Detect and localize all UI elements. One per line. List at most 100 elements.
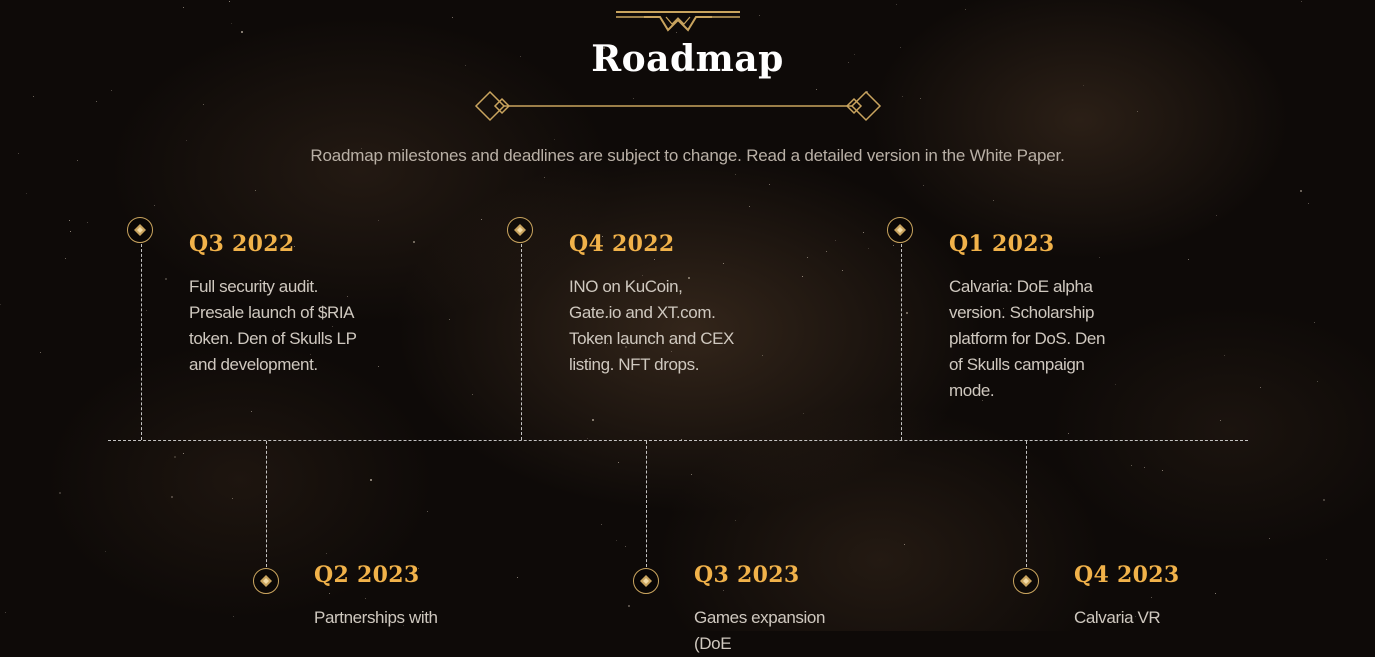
- star-speck: [1220, 420, 1221, 421]
- star-speck: [544, 177, 545, 178]
- diamond-marker-icon: [633, 568, 659, 594]
- star-speck: [154, 205, 155, 206]
- milestone-description: Partnerships with: [314, 608, 438, 627]
- star-speck: [378, 366, 379, 367]
- star-speck: [993, 200, 994, 201]
- star-speck: [691, 474, 692, 475]
- star-speck: [769, 184, 770, 185]
- star-speck: [906, 312, 908, 314]
- star-speck: [481, 219, 482, 220]
- star-speck: [735, 174, 736, 175]
- star-speck: [1215, 593, 1216, 594]
- star-speck: [802, 276, 803, 277]
- milestone-description: INO on KuCoin, Gate.io and XT.com. Token…: [569, 277, 734, 374]
- star-speck: [904, 544, 905, 545]
- diamond-marker-icon: [253, 568, 279, 594]
- star-speck: [329, 593, 330, 594]
- diamond-divider-icon: [474, 90, 882, 122]
- star-speck: [601, 524, 602, 525]
- star-speck: [370, 479, 372, 481]
- star-speck: [40, 352, 41, 353]
- star-speck: [920, 98, 921, 99]
- star-speck: [26, 193, 27, 194]
- milestone-description: Calvaria: DoE alpha version. Scholarship…: [949, 277, 1105, 400]
- star-speck: [1317, 381, 1318, 382]
- star-speck: [105, 551, 106, 552]
- diamond-marker-icon: [887, 217, 913, 243]
- star-speck: [378, 220, 379, 221]
- milestone-description: Calvaria VR: [1074, 608, 1161, 627]
- star-speck: [618, 462, 619, 463]
- star-speck: [762, 355, 763, 356]
- milestone-period: Q4 2022: [569, 231, 675, 257]
- star-speck: [1083, 85, 1084, 86]
- star-speck: [1269, 538, 1270, 539]
- star-speck: [183, 7, 184, 8]
- star-speck: [896, 4, 897, 5]
- star-speck: [452, 17, 453, 18]
- timeline-connector: [141, 244, 142, 440]
- star-speck: [625, 546, 626, 547]
- star-speck: [1144, 467, 1145, 468]
- star-speck: [1068, 433, 1069, 434]
- star-speck: [69, 220, 70, 221]
- star-speck: [427, 511, 428, 512]
- star-speck: [749, 206, 750, 207]
- star-speck: [628, 605, 630, 607]
- star-speck: [902, 96, 903, 97]
- timeline-connector: [1026, 441, 1027, 567]
- star-speck: [146, 310, 147, 311]
- star-speck: [5, 612, 6, 613]
- star-speck: [587, 438, 588, 439]
- star-speck: [893, 245, 894, 246]
- crown-ornament-icon: [616, 11, 740, 32]
- star-speck: [241, 31, 243, 33]
- timeline-connector: [521, 244, 522, 440]
- star-speck: [1099, 257, 1100, 258]
- star-speck: [1300, 190, 1302, 192]
- timeline-axis: [108, 440, 1248, 441]
- star-speck: [255, 190, 256, 191]
- star-speck: [326, 553, 327, 554]
- star-speck: [517, 577, 518, 578]
- star-speck: [1162, 470, 1163, 471]
- roadmap-disclaimer: Roadmap milestones and deadlines are sub…: [310, 146, 1065, 165]
- star-speck: [723, 590, 724, 591]
- star-speck: [0, 304, 1, 305]
- star-speck: [449, 319, 450, 320]
- star-speck: [1188, 259, 1189, 260]
- star-speck: [1151, 597, 1152, 598]
- milestone-period: Q2 2023: [314, 562, 420, 588]
- timeline-connector: [646, 441, 647, 567]
- star-speck: [33, 96, 34, 97]
- star-speck: [554, 139, 555, 140]
- diamond-marker-icon: [507, 217, 533, 243]
- star-speck: [203, 104, 204, 105]
- star-speck: [654, 259, 655, 260]
- star-speck: [251, 411, 252, 412]
- star-speck: [1326, 559, 1327, 560]
- star-speck: [807, 257, 808, 258]
- star-speck: [171, 496, 173, 498]
- star-speck: [472, 394, 473, 395]
- star-speck: [231, 23, 232, 24]
- star-speck: [735, 520, 736, 521]
- star-speck: [1260, 387, 1261, 388]
- star-speck: [1323, 499, 1325, 501]
- star-speck: [70, 231, 71, 232]
- star-speck: [1314, 322, 1315, 323]
- star-speck: [365, 598, 366, 599]
- star-speck: [1216, 215, 1217, 216]
- milestone-description: Full security audit. Presale launch of $…: [189, 277, 357, 374]
- milestone-period: Q4 2023: [1074, 562, 1180, 588]
- milestone-period: Q3 2023: [694, 562, 800, 588]
- star-speck: [174, 456, 176, 458]
- star-speck: [1137, 111, 1138, 112]
- star-speck: [616, 540, 617, 541]
- star-speck: [232, 498, 233, 499]
- star-speck: [413, 241, 415, 243]
- star-speck: [723, 263, 724, 264]
- star-speck: [759, 15, 760, 16]
- star-speck: [65, 258, 66, 259]
- star-speck: [1301, 1, 1302, 2]
